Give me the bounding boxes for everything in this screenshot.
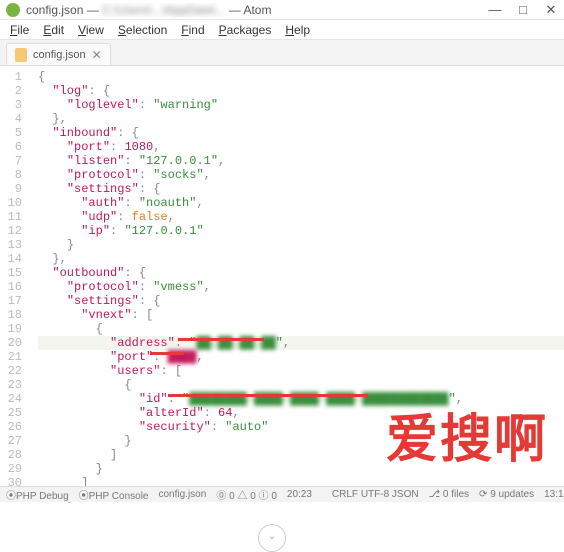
menu-find[interactable]: Find — [175, 21, 210, 39]
code-line[interactable]: "auth": "noauth", — [38, 196, 564, 210]
line-number: 9 — [0, 182, 22, 196]
tab-close-icon[interactable]: ✕ — [92, 48, 102, 62]
line-number: 16 — [0, 280, 22, 294]
status-file[interactable]: config.json — [159, 489, 207, 500]
code-line[interactable]: "port": ████, — [38, 350, 564, 364]
menu-selection[interactable]: Selection — [112, 21, 173, 39]
code-line[interactable]: ] — [38, 448, 564, 462]
line-number: 1 — [0, 70, 22, 84]
line-number: 19 — [0, 322, 22, 336]
code-line[interactable]: } — [38, 434, 564, 448]
line-number: 3 — [0, 98, 22, 112]
code-line[interactable]: { — [38, 378, 564, 392]
code-line[interactable]: "vnext": [ — [38, 308, 564, 322]
code-line[interactable]: }, — [38, 112, 564, 126]
fold-indicator-icon[interactable]: ⌄ — [258, 524, 286, 552]
line-number: 26 — [0, 420, 22, 434]
code-line[interactable]: "settings": { — [38, 294, 564, 308]
code-line[interactable]: "security": "auto" — [38, 420, 564, 434]
line-number: 13 — [0, 238, 22, 252]
line-number: 24 — [0, 392, 22, 406]
maximize-button[interactable]: □ — [516, 2, 530, 18]
status-cursor[interactable]: 20:23 — [287, 489, 312, 500]
status-php-debug[interactable]: ⦿PHP Debug — [6, 487, 69, 502]
status-php-console[interactable]: ⦿PHP Console — [79, 487, 149, 502]
status-updates[interactable]: ⟳ 9 updates — [479, 489, 534, 500]
status-git[interactable]: ⎇ 0 files — [429, 489, 469, 500]
code-line[interactable]: "listen": "127.0.0.1", — [38, 154, 564, 168]
code-line[interactable]: "loglevel": "warning" — [38, 98, 564, 112]
code-line[interactable]: "udp": false, — [38, 210, 564, 224]
line-number: 5 — [0, 126, 22, 140]
code-line[interactable]: "users": [ — [38, 364, 564, 378]
code-line[interactable]: "ip": "127.0.0.1" — [38, 224, 564, 238]
redaction-line — [178, 338, 264, 341]
line-number: 22 — [0, 364, 22, 378]
line-number: 18 — [0, 308, 22, 322]
status-diagnostics[interactable]: ⓪ 0 △ 0 ⓘ 0 — [216, 487, 277, 502]
menu-help[interactable]: Help — [279, 21, 316, 39]
code-line[interactable]: "address": "██.██.██.██", — [38, 336, 564, 350]
line-number: 4 — [0, 112, 22, 126]
line-number: 8 — [0, 168, 22, 182]
code-line[interactable]: } — [38, 238, 564, 252]
line-gutter: 1234567891011121314151617181920212223242… — [0, 66, 30, 486]
tab-bar: config.json ✕ — [0, 40, 564, 66]
code-line[interactable]: } — [38, 462, 564, 476]
code-line[interactable]: "settings": { — [38, 182, 564, 196]
line-number: 11 — [0, 210, 22, 224]
menu-edit[interactable]: Edit — [37, 21, 70, 39]
code-line[interactable]: { — [38, 70, 564, 84]
close-button[interactable]: ✕ — [544, 2, 558, 18]
title-bar: config.json — C:\Users\...\AppData\... —… — [0, 0, 564, 20]
tab-config-json[interactable]: config.json ✕ — [6, 43, 111, 65]
window-title: config.json — C:\Users\...\AppData\... —… — [26, 3, 488, 17]
line-number: 14 — [0, 252, 22, 266]
line-number: 7 — [0, 154, 22, 168]
code-line[interactable]: "protocol": "socks", — [38, 168, 564, 182]
line-number: 25 — [0, 406, 22, 420]
line-number: 6 — [0, 140, 22, 154]
line-number: 12 — [0, 224, 22, 238]
line-number: 27 — [0, 434, 22, 448]
code-line[interactable]: "log": { — [38, 84, 564, 98]
code-line[interactable]: "port": 1080, — [38, 140, 564, 154]
code-line[interactable]: }, — [38, 252, 564, 266]
line-number: 15 — [0, 266, 22, 280]
code-line[interactable]: "protocol": "vmess", — [38, 280, 564, 294]
code-line[interactable]: { — [38, 322, 564, 336]
tab-label: config.json — [33, 49, 86, 61]
menu-view[interactable]: View — [72, 21, 110, 39]
file-icon — [15, 48, 27, 62]
code-editor[interactable]: 1234567891011121314151617181920212223242… — [0, 66, 564, 486]
redaction-line — [168, 394, 368, 397]
line-number: 21 — [0, 350, 22, 364]
atom-icon — [6, 3, 20, 17]
menu-packages[interactable]: Packages — [213, 21, 278, 39]
status-bar: ⦿PHP Debug ⦿PHP Console config.json ⓪ 0 … — [0, 486, 564, 502]
code-line[interactable]: "outbound": { — [38, 266, 564, 280]
line-number: 23 — [0, 378, 22, 392]
line-number: 20 — [0, 336, 22, 350]
line-number: 28 — [0, 448, 22, 462]
code-line[interactable]: "inbound": { — [38, 126, 564, 140]
line-number: 29 — [0, 462, 22, 476]
line-number: 17 — [0, 294, 22, 308]
menu-bar: FileEditViewSelectionFindPackagesHelp — [0, 20, 564, 40]
line-number: 2 — [0, 84, 22, 98]
minimize-button[interactable]: — — [488, 2, 502, 18]
line-number: 10 — [0, 196, 22, 210]
code-line[interactable]: "alterId": 64, — [38, 406, 564, 420]
redaction-line — [150, 352, 184, 355]
code-content[interactable]: { "log": { "loglevel": "warning" }, "inb… — [30, 66, 564, 486]
status-time: 13:13 — [544, 489, 564, 500]
menu-file[interactable]: File — [4, 21, 35, 39]
status-encoding[interactable]: CRLF UTF-8 JSON — [332, 489, 419, 500]
